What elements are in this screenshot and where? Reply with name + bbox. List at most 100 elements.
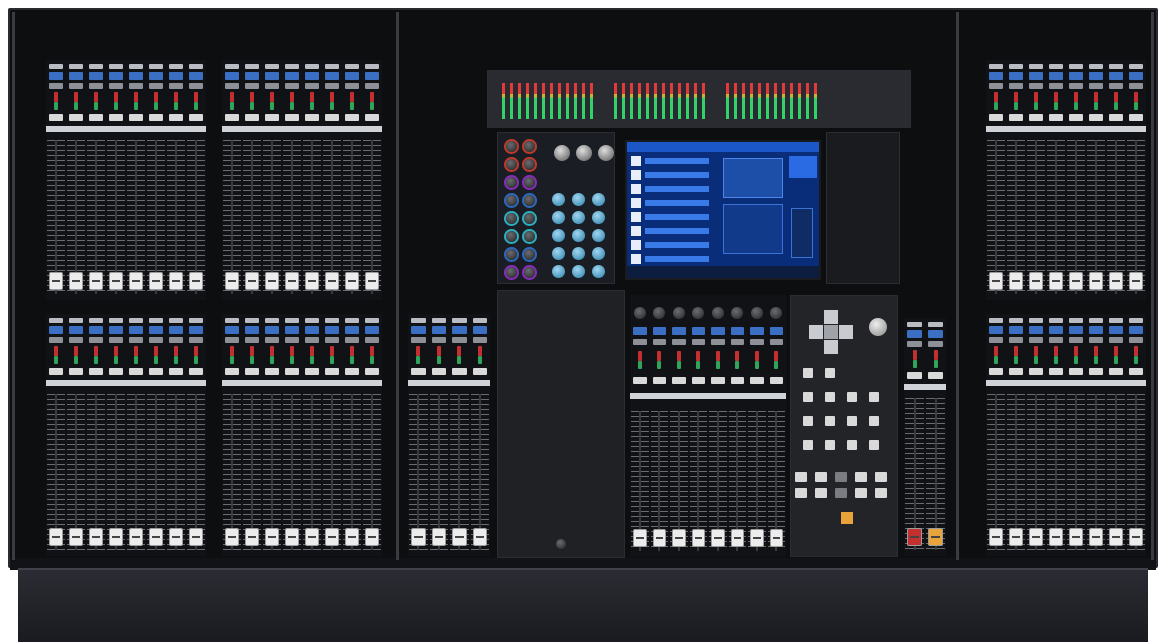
rotary-knob-icon[interactable] (524, 195, 535, 206)
fader-cap-icon[interactable] (245, 528, 259, 546)
channel-on-button[interactable] (345, 72, 359, 80)
channel-select-button[interactable] (928, 322, 943, 327)
channel-on-button[interactable] (245, 326, 259, 334)
channel-select-button[interactable] (325, 318, 339, 323)
scene-key-button[interactable] (835, 488, 847, 498)
fader-cap-icon[interactable] (472, 528, 487, 546)
channel-select-button[interactable] (989, 64, 1003, 69)
fader-cap-icon[interactable] (109, 528, 123, 546)
rotary-knob-icon[interactable] (524, 213, 535, 224)
rotary-knob-icon[interactable] (592, 211, 605, 224)
fader-cap-icon[interactable] (431, 528, 446, 546)
channel-on-button[interactable] (750, 327, 764, 335)
cue-button[interactable] (305, 368, 319, 375)
channel-on-button[interactable] (472, 326, 487, 334)
cue-button[interactable] (1089, 114, 1103, 121)
fader-cap-icon[interactable] (365, 528, 379, 546)
channel-on-button[interactable] (928, 330, 943, 338)
rotary-knob-icon[interactable] (633, 307, 646, 319)
channel-select-button[interactable] (49, 64, 63, 69)
channel-on-button[interactable] (711, 327, 725, 335)
fader-cap-icon[interactable] (989, 528, 1003, 546)
fader-cap-icon[interactable] (129, 272, 143, 290)
cue-button[interactable] (750, 377, 764, 384)
channel-select-button[interactable] (1029, 318, 1043, 323)
fader-cap-icon[interactable] (365, 272, 379, 290)
channel-select-button[interactable] (472, 318, 487, 323)
rotary-knob-icon[interactable] (552, 265, 565, 278)
user-key-button[interactable] (847, 392, 857, 402)
channel-select-button[interactable] (69, 64, 83, 69)
channel-on-button[interactable] (652, 327, 666, 335)
fader-cap-icon[interactable] (169, 272, 183, 290)
rotary-knob-icon[interactable] (672, 307, 685, 319)
cue-button[interactable] (452, 368, 467, 375)
channel-select-button[interactable] (245, 64, 259, 69)
cue-button[interactable] (989, 114, 1003, 121)
fader-cap-icon[interactable] (691, 529, 705, 547)
channel-on-button[interactable] (169, 326, 183, 334)
channel-select-button[interactable] (285, 64, 299, 69)
channel-select-button[interactable] (1009, 64, 1023, 69)
cue-button[interactable] (325, 114, 339, 121)
rotary-knob-icon[interactable] (576, 145, 592, 161)
channel-select-button[interactable] (1069, 64, 1083, 69)
fader-cap-icon[interactable] (285, 272, 299, 290)
rotary-knob-icon[interactable] (506, 195, 517, 206)
channel-select-button[interactable] (69, 318, 83, 323)
cue-button[interactable] (285, 368, 299, 375)
cue-button[interactable] (1049, 114, 1063, 121)
channel-select-button[interactable] (265, 318, 279, 323)
user-key-button[interactable] (869, 440, 879, 450)
fader-cap-icon[interactable] (907, 528, 922, 546)
rotary-knob-icon[interactable] (692, 307, 705, 319)
cue-button[interactable] (928, 372, 943, 379)
channel-select-button[interactable] (245, 318, 259, 323)
fader-cap-icon[interactable] (452, 528, 467, 546)
screen-side-tab[interactable] (789, 156, 817, 178)
fader-cap-icon[interactable] (49, 272, 63, 290)
scene-key-button[interactable] (815, 488, 827, 498)
fader-cap-icon[interactable] (652, 529, 666, 547)
cue-button[interactable] (189, 368, 203, 375)
fader-cap-icon[interactable] (1089, 272, 1103, 290)
screen-channel-button[interactable] (631, 156, 641, 166)
channel-on-button[interactable] (305, 72, 319, 80)
channel-select-button[interactable] (345, 64, 359, 69)
data-wheel-knob-icon[interactable] (869, 318, 887, 336)
channel-select-button[interactable] (1129, 64, 1143, 69)
channel-on-button[interactable] (1069, 326, 1083, 334)
channel-select-button[interactable] (1009, 318, 1023, 323)
rotary-knob-icon[interactable] (572, 211, 585, 224)
channel-on-button[interactable] (129, 72, 143, 80)
channel-select-button[interactable] (225, 318, 239, 323)
user-key-button[interactable] (825, 392, 835, 402)
channel-on-button[interactable] (989, 72, 1003, 80)
cue-button[interactable] (285, 114, 299, 121)
channel-on-button[interactable] (672, 327, 686, 335)
channel-on-button[interactable] (109, 72, 123, 80)
channel-select-button[interactable] (1129, 318, 1143, 323)
cue-button[interactable] (1089, 368, 1103, 375)
fader-cap-icon[interactable] (1049, 528, 1063, 546)
channel-on-button[interactable] (109, 326, 123, 334)
user-key-button[interactable] (869, 416, 879, 426)
channel-on-button[interactable] (129, 326, 143, 334)
user-key-button[interactable] (825, 416, 835, 426)
channel-on-button[interactable] (189, 326, 203, 334)
screen-channel-button[interactable] (631, 198, 641, 208)
rotary-knob-icon[interactable] (592, 265, 605, 278)
channel-select-button[interactable] (1089, 318, 1103, 323)
channel-select-button[interactable] (129, 64, 143, 69)
cue-button[interactable] (652, 377, 666, 384)
channel-on-button[interactable] (89, 326, 103, 334)
channel-select-button[interactable] (907, 322, 922, 327)
fader-cap-icon[interactable] (633, 529, 647, 547)
channel-select-button[interactable] (345, 318, 359, 323)
cue-button[interactable] (472, 368, 487, 375)
channel-on-button[interactable] (691, 327, 705, 335)
user-key-button[interactable] (803, 440, 813, 450)
rotary-knob-icon[interactable] (653, 307, 666, 319)
rotary-knob-icon[interactable] (552, 211, 565, 224)
rotary-knob-icon[interactable] (506, 231, 517, 242)
